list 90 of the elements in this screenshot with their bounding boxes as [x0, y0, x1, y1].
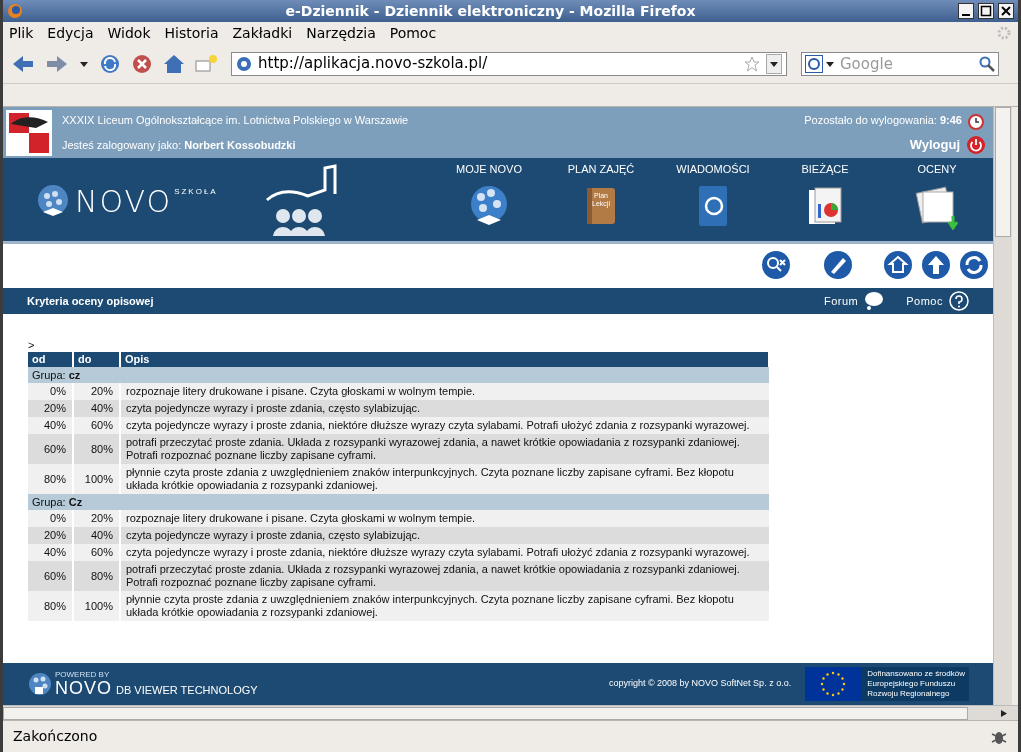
table-cell: 60% — [28, 434, 73, 464]
footer-brand: NOVO — [55, 678, 112, 697]
help-link[interactable]: Pomoc — [906, 292, 943, 310]
table-cell: 40% — [28, 417, 73, 434]
column-header: Opis — [120, 352, 769, 367]
breadcrumb: > — [28, 338, 36, 352]
table-cell: 0% — [28, 510, 73, 527]
url-field[interactable]: http://aplikacja.novo-szkola.pl/ — [231, 51, 787, 76]
logo-subtitle: SZKOŁA — [174, 186, 218, 198]
menu-item[interactable]: Pomoc — [389, 22, 437, 44]
group-heading: Grupa: cz — [28, 367, 769, 383]
pencil-icon[interactable] — [823, 250, 853, 280]
nav-tab[interactable]: MOJE NOVO — [433, 158, 545, 230]
status-text: Zakończono — [13, 727, 99, 746]
table-cell: 60% — [73, 417, 120, 434]
logout-timer: Pozostało do wylogowania: 9:46 — [804, 113, 962, 129]
table-cell: płynnie czyta proste zdania z uwzględnieniem znaków interpunkcyjnych. Czyta poznane liczby zapisane cyframi. Bez kłopotu układa krótkie opowiadania z rozsypanki zdaniowej. — [120, 591, 769, 621]
table-cell: 40% — [73, 527, 120, 544]
table-cell: potrafi przeczytać proste zdania. Układa z rozsypanki wyrazowej zdania, a nawet krótkie opowiadania z rozsypanki zdaniowej. Potrafi rozpoznać poznane liczby zapisane cyframi. — [120, 434, 769, 464]
powered-by-label: POWERED BY — [55, 669, 111, 679]
table-cell: rozpoznaje litery drukowane i pisane. Czyta głoskami w wolnym tempie. — [120, 510, 769, 527]
table-cell: 60% — [28, 561, 73, 591]
refresh-icon[interactable] — [959, 250, 989, 280]
menu-item[interactable]: Narzędzia — [306, 22, 376, 44]
horizontal-scrollbar[interactable] — [3, 705, 1018, 720]
throbber-icon — [996, 25, 1012, 41]
menu-item[interactable]: Historia — [164, 22, 219, 44]
search-icon[interactable] — [979, 55, 995, 72]
table-cell: 20% — [28, 527, 73, 544]
group-heading: Grupa: Cz — [28, 494, 769, 510]
power-icon[interactable] — [966, 134, 986, 155]
firefox-icon — [7, 3, 23, 19]
star-icon[interactable] — [744, 55, 760, 72]
nav-tab[interactable]: WIADOMOŚCI — [657, 158, 769, 230]
help-icon[interactable] — [949, 291, 969, 311]
table-cell: czyta pojedyncze wyrazy i proste zdania, niektóre dłuższe wyrazy czyta sylabami. Potrafi ułożyć zdania z rozsypanki wyrazowej. — [120, 417, 769, 434]
table-cell: czyta pojedyncze wyrazy i proste zdania, często sylabizując. — [120, 400, 769, 417]
table-cell: czyta pojedyncze wyrazy i proste zdania, często sylabizując. — [120, 527, 769, 544]
column-header: do — [73, 352, 120, 367]
search-field[interactable]: Google — [801, 51, 999, 76]
close-icon[interactable] — [998, 3, 1014, 19]
table-cell: potrafi przeczytać proste zdania. Układa z rozsypanki wyrazowej zdania, a nawet krótkie opowiadania z rozsypanki zdaniowej. Potrafi rozpoznać poznane liczby zapisane cyframi. — [120, 561, 769, 591]
column-header: od — [28, 352, 73, 367]
table-cell: 80% — [28, 464, 73, 494]
table-cell: 100% — [73, 464, 120, 494]
table-cell: 0% — [28, 383, 73, 400]
table-cell: 20% — [73, 510, 120, 527]
window-title: e-Dziennik - Dziennik elektroniczny - Mozilla Firefox — [284, 1, 697, 21]
vertical-scrollbar[interactable] — [993, 107, 1012, 705]
table-cell: rozpoznaje litery drukowane i pisane. Czyta głoskami w wolnym tempie. — [120, 383, 769, 400]
logo-dots-icon — [27, 670, 53, 698]
menu-item[interactable]: Edycja — [47, 22, 94, 44]
table-cell: 100% — [73, 591, 120, 621]
table-cell: płynnie czyta proste zdania z uwzględnieniem znaków interpunkcyjnych. Czyta poznane liczby zapisane cyframi. Bez kłopotu układa krótkie opowiadania z rozsypanki zdaniowej. — [120, 464, 769, 494]
search-engine-icon[interactable] — [805, 54, 835, 73]
table-cell: 60% — [73, 544, 120, 561]
menu-item[interactable]: Plik — [9, 22, 34, 44]
funding-text: Dofinansowano ze środków — [867, 669, 965, 679]
table-cell: 40% — [73, 400, 120, 417]
home-icon[interactable] — [163, 52, 185, 75]
stop-icon[interactable] — [131, 52, 153, 75]
table-cell: 40% — [28, 544, 73, 561]
table-cell: 20% — [28, 400, 73, 417]
school-name: XXXIX Liceum Ogólnokształcące im. Lotnictwa Polskiego w Warszawie — [62, 113, 410, 128]
dropdown-caret-icon[interactable] — [766, 53, 782, 74]
minimize-icon[interactable] — [958, 3, 974, 19]
funding-text: Rozwoju Regionalnego — [867, 689, 951, 699]
home-icon[interactable] — [883, 250, 913, 280]
menu-item[interactable]: Zakładki — [232, 22, 293, 44]
nav-tab[interactable]: OCENY — [881, 158, 993, 230]
table-cell: 80% — [28, 591, 73, 621]
copyright-text: copyright © 2008 by NOVO SoftNet Sp. z o.o. — [608, 677, 792, 691]
nav-tab[interactable]: BIEŻĄCE — [769, 158, 881, 230]
table-cell: 80% — [73, 434, 120, 464]
logo-brand: NOVO — [75, 187, 173, 217]
reload-icon[interactable] — [99, 52, 121, 75]
help-link[interactable]: Forum — [823, 292, 859, 310]
table-cell: 80% — [73, 561, 120, 591]
maximize-icon[interactable] — [978, 3, 994, 19]
menu-item[interactable]: Widok — [107, 22, 151, 44]
table-cell: czyta pojedyncze wyrazy i proste zdania, niektóre dłuższe wyrazy czyta sylabami. Potrafi ułożyć zdania z rozsypanki wyrazowej. — [120, 544, 769, 561]
school-crest-icon — [6, 109, 52, 156]
technology-label: DB VIEWER TECHNOLOGY — [116, 682, 258, 698]
clear-search-icon[interactable] — [761, 250, 791, 280]
logged-in-text: Jesteś zalogowany jako: Norbert Kossobudzki — [62, 137, 297, 153]
speech-bubble-icon[interactable] — [864, 291, 885, 311]
table-cell: 20% — [73, 383, 120, 400]
eu-flag-icon — [805, 667, 862, 701]
funding-text: Europejskiego Funduszu — [867, 679, 957, 689]
page-title: Kryteria oceny opisowej — [27, 293, 155, 309]
